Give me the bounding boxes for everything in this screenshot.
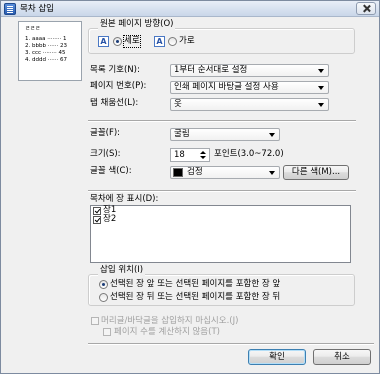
insert-before-radio[interactable] [99, 280, 108, 289]
font-color-value: 검정 [187, 167, 203, 177]
more-colors-button[interactable]: 다른 색(M)... [283, 165, 349, 180]
chapter-checkbox[interactable] [93, 207, 101, 215]
portrait-label[interactable]: 세로 [123, 35, 141, 48]
no-header-footer-checkbox[interactable] [91, 317, 99, 325]
cancel-button[interactable]: 취소 [313, 349, 371, 365]
insert-position-legend: 삽입 위치(I) [98, 265, 146, 276]
separator [88, 343, 374, 345]
page-number-dropdown[interactable]: 인쇄 페이지 바탕글 설정 사용 [170, 81, 329, 94]
preview-line: 3. ccc ········ 45 [25, 50, 66, 56]
list-symbol-dropdown[interactable]: 1부터 순서대로 설정 [170, 64, 329, 77]
font-dropdown[interactable]: 굴림 [170, 128, 280, 141]
close-icon [362, 4, 371, 13]
font-value: 굴림 [174, 129, 190, 139]
page-number-value: 인쇄 페이지 바탕글 설정 사용 [174, 82, 279, 92]
orientation-legend: 원본 페이지 방향(O) [98, 19, 176, 30]
landscape-page-icon: A [154, 36, 165, 47]
landscape-radio[interactable] [168, 37, 177, 46]
chapters-listbox[interactable]: 장1 장2 [90, 205, 351, 263]
spin-up-icon[interactable] [200, 151, 206, 154]
insert-toc-dialog: 목차 삽입 ㄹㄹㄹ 1. aaaa ········ 1 2. bbbb ···… [0, 0, 380, 374]
no-page-count-checkbox[interactable] [103, 328, 111, 336]
ok-button[interactable]: 확인 [248, 349, 306, 365]
title-bar: 목차 삽입 [1, 1, 379, 17]
separator [88, 120, 356, 122]
chapter-label[interactable]: 장2 [103, 214, 116, 225]
document-icon [4, 3, 16, 15]
list-symbol-value: 1부터 순서대로 설정 [174, 65, 248, 75]
chevron-down-icon [269, 171, 275, 175]
chevron-down-icon [318, 86, 324, 90]
page-number-label: 페이지 번호(P): [90, 81, 147, 91]
chapters-label: 목차에 장 표시(D): [90, 194, 159, 204]
size-value: 18 [174, 150, 185, 160]
landscape-label[interactable]: 가로 [179, 36, 195, 47]
size-spinner[interactable]: 18 [170, 148, 210, 162]
window-title: 목차 삽입 [20, 4, 54, 14]
chapter-checkbox[interactable] [93, 216, 101, 224]
insert-before-label[interactable]: 선택된 장 앞 또는 선택된 페이지를 포함한 장 앞 [110, 279, 280, 290]
insert-after-radio[interactable] [99, 293, 108, 302]
tab-leader-label: 탭 채움선(L): [90, 98, 139, 108]
separator [88, 190, 356, 192]
size-label: 크기(S): [90, 149, 121, 159]
toc-preview: ㄹㄹㄹ 1. aaaa ········ 1 2. bbbb ······ 23… [18, 21, 82, 81]
portrait-radio[interactable] [113, 37, 122, 46]
no-header-footer-label[interactable]: 머리글/바닥글을 삽입하지 마십시오.(J) [101, 316, 238, 327]
tab-leader-value: 옷 [174, 99, 182, 109]
close-button[interactable] [356, 2, 376, 15]
chevron-down-icon [318, 69, 324, 73]
list-symbol-label: 목록 기호(N): [90, 65, 140, 75]
font-color-dropdown[interactable]: 검정 [170, 166, 280, 179]
font-label: 글꼴(F): [90, 128, 121, 138]
preview-heading: ㄹㄹㄹ [25, 26, 41, 32]
portrait-page-icon: A [98, 36, 109, 47]
chevron-down-icon [269, 133, 275, 137]
no-page-count-label[interactable]: 페이지 수를 계산하지 않음(T) [114, 327, 220, 338]
tab-leader-dropdown[interactable]: 옷 [170, 98, 329, 111]
preview-line: 4. dddd ······ 67 [25, 57, 67, 63]
spin-down-icon[interactable] [200, 156, 206, 159]
chevron-down-icon [318, 103, 324, 107]
color-swatch [173, 168, 183, 177]
size-range-hint: 포인트(3.0~72.0) [214, 149, 284, 159]
preview-line: 2. bbbb ······ 23 [25, 43, 67, 49]
insert-after-label[interactable]: 선택된 장 뒤 또는 선택된 페이지를 포함한 장 뒤 [110, 292, 280, 303]
font-color-label: 글꼴 색(C): [90, 166, 132, 176]
preview-line: 1. aaaa ········ 1 [25, 36, 67, 42]
